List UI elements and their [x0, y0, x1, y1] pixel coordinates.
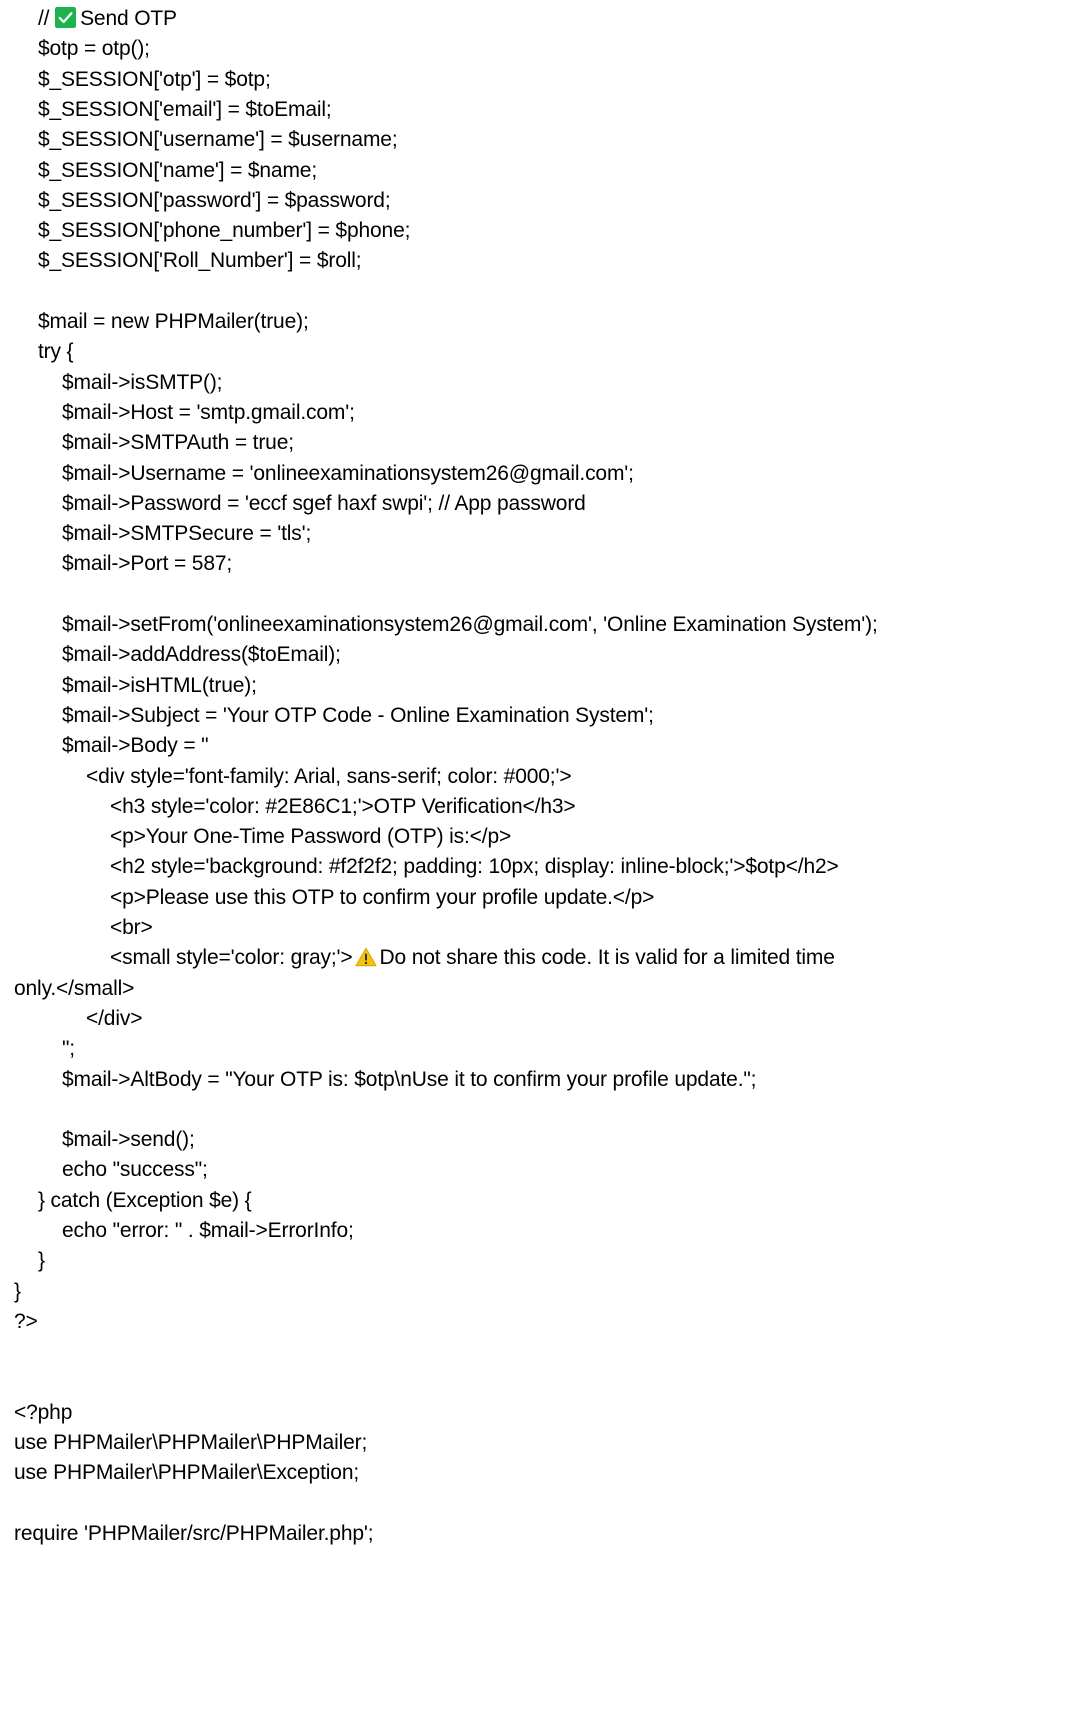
check-icon: [55, 7, 77, 28]
code-line: $mail->SMTPAuth = true;: [62, 428, 294, 458]
code-text: $mail->send();: [62, 1128, 195, 1152]
code-text: $mail->Password = 'eccf sgef haxf swpi';…: [62, 491, 586, 515]
code-text: use PHPMailer\PHPMailer\Exception;: [14, 1461, 360, 1485]
code-line: $_SESSION['Roll_Number'] = $roll;: [38, 246, 362, 276]
code-line: // Send OTP: [38, 4, 177, 34]
code-text: $_SESSION['phone_number'] = $phone;: [38, 219, 411, 243]
code-line: use PHPMailer\PHPMailer\PHPMailer;: [14, 1428, 367, 1458]
code-line: use PHPMailer\PHPMailer\Exception;: [14, 1458, 359, 1488]
code-line: $_SESSION['otp'] = $otp;: [38, 65, 271, 95]
code-text: $mail->addAddress($toEmail);: [62, 643, 341, 667]
code-text: $_SESSION['Roll_Number'] = $roll;: [38, 249, 362, 273]
code-line: <h3 style='color: #2E86C1;'>OTP Verifica…: [110, 792, 576, 822]
code-text: $mail->setFrom('onlineexaminationsystem2…: [62, 613, 878, 636]
code-line: <p>Your One-Time Password (OTP) is:</p>: [110, 822, 511, 852]
code-text: ?>: [14, 1309, 38, 1333]
code-text: $_SESSION['name'] = $name;: [38, 158, 318, 182]
code-line: $mail->addAddress($toEmail);: [62, 640, 341, 670]
code-line: $mail->isSMTP();: [62, 368, 223, 398]
code-text: $_SESSION['otp'] = $otp;: [38, 67, 271, 91]
code-line: $mail = new PHPMailer(true);: [38, 307, 309, 337]
code-text: <div style='font-family: Arial, sans-ser…: [86, 764, 572, 788]
code-text: Do not share this code. It is valid for …: [379, 946, 835, 970]
code-line: $mail->setFrom('onlineexaminationsystem2…: [62, 610, 878, 640]
code-text: only.</small>: [14, 976, 135, 1000]
code-text: <h3 style='color: #2E86C1;'>OTP Verifica…: [110, 794, 576, 818]
warning-icon: [355, 947, 376, 967]
code-text: <br>: [110, 916, 153, 939]
code-line: echo "error: " . $mail->ErrorInfo;: [62, 1216, 354, 1246]
code-line: $mail->Port = 587;: [62, 549, 232, 579]
code-line: $mail->Subject = 'Your OTP Code - Online…: [62, 701, 654, 731]
code-line: $mail->Body = ": [62, 731, 209, 761]
code-line: }: [38, 1246, 45, 1276]
code-line: <h2 style='background: #f2f2f2; padding:…: [110, 852, 839, 882]
code-text: echo "error: " . $mail->ErrorInfo;: [62, 1219, 354, 1242]
code-line: $_SESSION['name'] = $name;: [38, 156, 317, 186]
code-text: //: [38, 7, 56, 30]
code-document: // Send OTP $otp = otp(); $_SESSION['otp']…: [0, 0, 1070, 1722]
code-text: <p>Please use this OTP to confirm your p…: [110, 885, 655, 909]
code-text: }: [38, 1249, 45, 1273]
code-line: <?php: [14, 1398, 72, 1428]
code-text: } catch (Exception $e) {: [38, 1188, 252, 1212]
code-text: }: [14, 1279, 21, 1303]
code-line: $_SESSION['password'] = $password;: [38, 186, 391, 216]
code-line: only.</small>: [14, 974, 134, 1004]
code-line: $mail->send();: [62, 1125, 195, 1155]
code-text: echo "success";: [62, 1158, 208, 1182]
code-text: </div>: [86, 1006, 143, 1030]
code-text: <h2 style='background: #f2f2f2; padding:…: [110, 855, 839, 879]
code-line: ";: [62, 1034, 75, 1064]
code-line: $_SESSION['phone_number'] = $phone;: [38, 216, 410, 246]
code-text: <p>Your One-Time Password (OTP) is:</p>: [110, 825, 512, 849]
code-line: $mail->Password = 'eccf sgef haxf swpi';…: [62, 489, 586, 519]
code-text: $mail->Subject = 'Your OTP Code - Online…: [62, 703, 654, 727]
code-line: } catch (Exception $e) {: [38, 1186, 252, 1216]
code-text: $mail->isSMTP();: [62, 370, 223, 394]
code-line: $otp = otp();: [38, 34, 150, 64]
code-text: <?php: [14, 1400, 73, 1424]
code-text: $mail->Host = 'smtp.gmail.com';: [62, 400, 355, 424]
code-line: echo "success";: [62, 1155, 208, 1185]
code-text: $mail->Username = 'onlineexaminationsyst…: [62, 461, 634, 485]
code-text: $mail = new PHPMailer(true);: [38, 310, 309, 333]
code-line: try {: [38, 337, 74, 367]
code-line: $_SESSION['username'] = $username;: [38, 125, 398, 155]
code-line: $_SESSION['email'] = $toEmail;: [38, 95, 332, 125]
code-text: try {: [38, 340, 74, 364]
code-line: require 'PHPMailer/src/PHPMailer.php';: [14, 1519, 374, 1549]
code-text: $_SESSION['username'] = $username;: [38, 128, 398, 152]
code-line: $mail->isHTML(true);: [62, 671, 257, 701]
code-text: $mail->SMTPSecure = 'tls';: [62, 522, 312, 546]
code-text: require 'PHPMailer/src/PHPMailer.php';: [14, 1522, 374, 1545]
code-text: $mail->SMTPAuth = true;: [62, 431, 294, 455]
code-line: <small style='color: gray;'> Do not share…: [110, 943, 835, 973]
code-line: $mail->AltBody = "Your OTP is: $otp\nUse…: [62, 1065, 757, 1095]
code-text: use PHPMailer\PHPMailer\PHPMailer;: [14, 1431, 368, 1455]
code-text: $otp = otp();: [38, 37, 150, 61]
code-text: $_SESSION['email'] = $toEmail;: [38, 97, 332, 121]
code-line: ?>: [14, 1307, 38, 1337]
code-line: $mail->Host = 'smtp.gmail.com';: [62, 398, 355, 428]
code-text: $mail->AltBody = "Your OTP is: $otp\nUse…: [62, 1067, 757, 1091]
code-text: ";: [62, 1037, 75, 1061]
code-line: <div style='font-family: Arial, sans-ser…: [86, 762, 572, 792]
code-text: $mail->Port = 587;: [62, 552, 233, 576]
code-text: $_SESSION['password'] = $password;: [38, 188, 391, 212]
code-text: <small style='color: gray;'>: [110, 946, 353, 970]
code-line: $mail->SMTPSecure = 'tls';: [62, 519, 311, 549]
code-line: }: [14, 1277, 21, 1307]
code-line: <br>: [110, 913, 153, 943]
code-text: $mail->isHTML(true);: [62, 673, 257, 697]
code-line: <p>Please use this OTP to confirm your p…: [110, 883, 654, 913]
code-line: </div>: [86, 1004, 142, 1034]
code-text: Send OTP: [80, 7, 177, 30]
code-line: $mail->Username = 'onlineexaminationsyst…: [62, 459, 634, 489]
code-text: $mail->Body = ": [62, 734, 209, 758]
